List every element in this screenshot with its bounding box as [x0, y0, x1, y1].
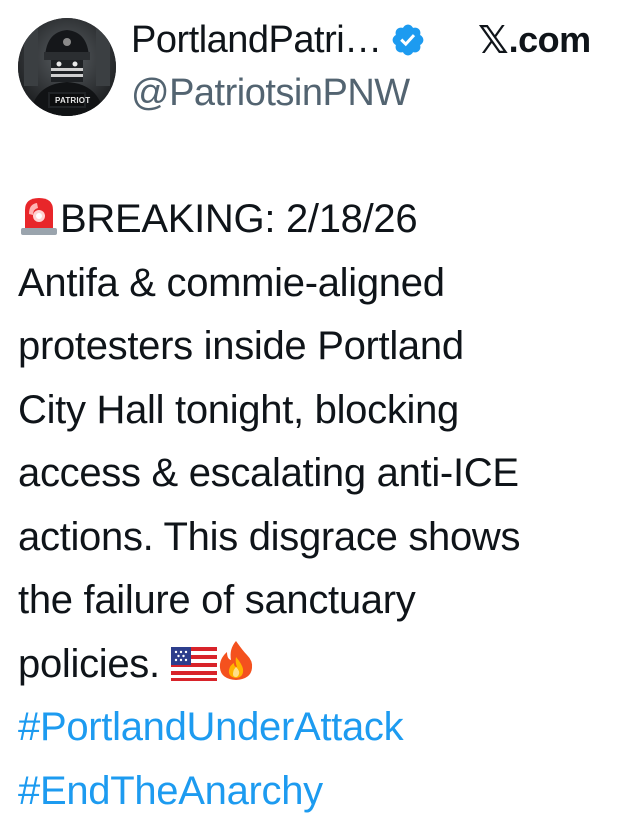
- tweet-line: the failure of sanctuary: [18, 578, 416, 622]
- siren-emoji-icon: [18, 192, 60, 256]
- avatar-badge-text: PATRIOT: [55, 96, 91, 105]
- display-name[interactable]: PortlandPatri…: [131, 19, 382, 62]
- user-handle[interactable]: @PatriotsinPNW: [131, 72, 410, 115]
- tweet-line: City Hall tonight, blocking: [18, 387, 460, 432]
- source-domain-text: .com: [508, 19, 592, 60]
- x-logo-icon: 𝕏: [478, 18, 509, 62]
- tweet-line-text: policies.: [18, 641, 160, 686]
- tweet-line: Antifa & commie-aligned: [18, 260, 445, 305]
- us-flag-emoji-icon: [170, 637, 217, 701]
- tweet-line: policies.: [18, 633, 623, 697]
- tweet-line: BREAKING: 2/18/26: [18, 188, 623, 252]
- verified-badge-icon: [390, 22, 426, 58]
- source-label[interactable]: 𝕏 .com: [478, 14, 591, 66]
- hashtag-link[interactable]: #EndTheAnarchy: [18, 760, 623, 824]
- tweet-header: PATRIOT PortlandPatri… 𝕏 .com @Patriotsi…: [0, 0, 633, 140]
- tweet-line: protesters inside Portland: [18, 324, 464, 368]
- display-name-row[interactable]: PortlandPatri…: [131, 14, 426, 66]
- fire-emoji-icon: [217, 637, 255, 701]
- avatar[interactable]: PATRIOT: [18, 18, 116, 116]
- tweet-line-text: BREAKING: 2/18/26: [60, 197, 418, 241]
- hashtag-link[interactable]: #PortlandUnderAttack: [18, 696, 623, 760]
- tweet-text: BREAKING: 2/18/26 Antifa & commie-aligne…: [18, 188, 623, 823]
- tweet-line: actions. This disgrace shows: [18, 514, 521, 559]
- tweet-line: access & escalating anti-ICE: [18, 451, 519, 495]
